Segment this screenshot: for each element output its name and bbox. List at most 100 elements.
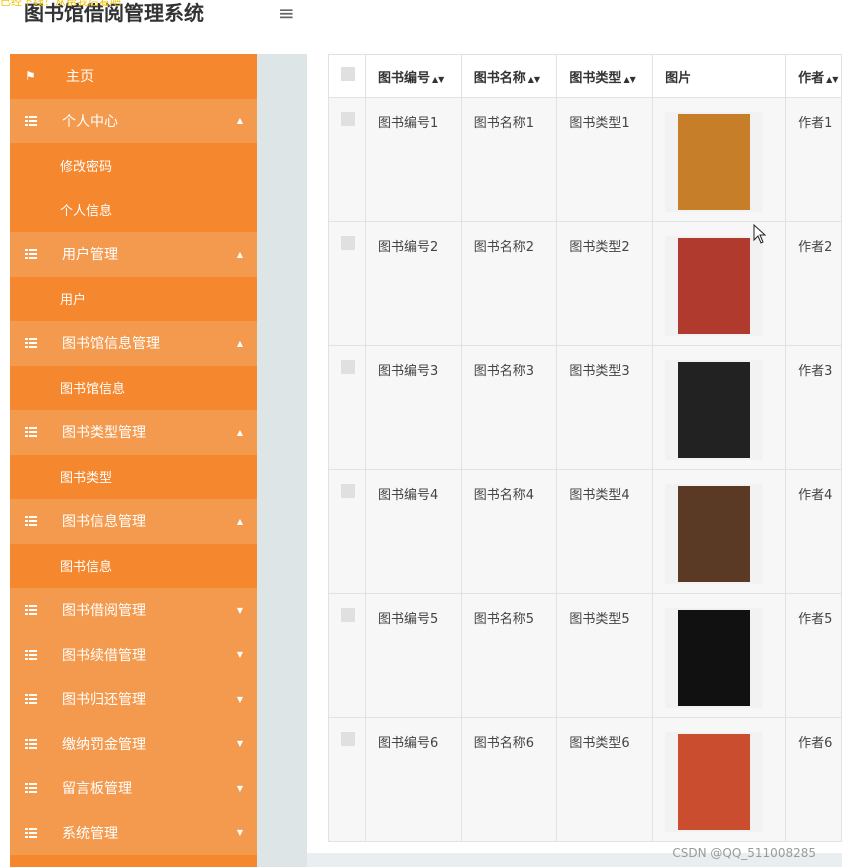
book-type-cell: 图书类型4 (556, 469, 654, 594)
book-type: 图书类型5 (569, 612, 630, 627)
header-book-code[interactable]: 图书编号 ▲▼ (364, 54, 462, 98)
column-header-label: 作者 (798, 71, 825, 86)
book-code: 图书编号3 (377, 364, 439, 379)
grid-icon (25, 738, 37, 749)
mouse-cursor-icon (753, 224, 767, 244)
header-select-all[interactable] (328, 54, 366, 98)
sidebar-item-book-type-management[interactable]: 图书类型管理 ▲ (10, 410, 257, 455)
book-type-cell: 图书类型5 (556, 593, 654, 718)
sidebar-item-label: 修改密码 (60, 159, 113, 175)
book-code: 图书编号2 (377, 240, 439, 255)
sidebar-item-system-management[interactable]: 系统管理 ▼ (10, 810, 257, 855)
column-header-label: 图书名称 (473, 71, 526, 86)
book-name-cell: 图书名称1 (460, 97, 558, 222)
book-author: 作者6 (798, 736, 833, 751)
book-name: 图书名称2 (473, 240, 534, 255)
sidebar-item-fine-management[interactable]: 缴纳罚金管理 ▼ (10, 721, 257, 766)
row-select-cell[interactable] (328, 97, 366, 222)
sidebar-item-personal-center[interactable]: 个人中心 ▲ (10, 98, 257, 143)
row-select-cell[interactable] (328, 345, 366, 470)
row-select-cell[interactable] (328, 717, 366, 842)
row-select-cell[interactable] (328, 593, 366, 718)
book-image-cell (652, 717, 787, 842)
sort-icon[interactable]: ▲▼ (432, 75, 444, 84)
book-author: 作者4 (798, 488, 833, 503)
book-type: 图书类型3 (569, 364, 630, 379)
select-all-checkbox[interactable] (341, 67, 355, 81)
book-code: 图书编号6 (377, 736, 439, 751)
sidebar-item-renewal-management[interactable]: 图书续借管理 ▼ (10, 632, 257, 677)
sidebar-item-change-password[interactable]: 修改密码 (10, 143, 257, 188)
sidebar-item-label: 用户管理 (62, 247, 118, 264)
book-name: 图书名称3 (473, 364, 534, 379)
sidebar-item-library-info-management[interactable]: 图书馆信息管理 ▲ (10, 321, 257, 366)
sidebar-item-library-info[interactable]: 图书馆信息 (10, 365, 257, 410)
sidebar-item-book-info-management[interactable]: 图书信息管理 ▲ (10, 499, 257, 544)
sidebar-item-message-board-management[interactable]: 留言板管理 ▼ (10, 766, 257, 811)
book-cover-image[interactable] (665, 608, 764, 708)
row-checkbox[interactable] (341, 484, 355, 498)
book-image-cell (652, 97, 787, 222)
book-cover (678, 114, 751, 210)
chevron-down-icon: ▼ (236, 605, 243, 615)
header-book-type[interactable]: 图书类型 ▲▼ (556, 54, 654, 98)
chevron-up-icon: ▲ (236, 338, 243, 348)
book-name-cell: 图书名称2 (460, 221, 558, 346)
book-cover-image[interactable] (665, 236, 764, 336)
sidebar-item-label: 图书馆信息 (60, 382, 126, 398)
grid-icon (25, 649, 37, 660)
chevron-up-icon: ▲ (236, 516, 243, 526)
row-checkbox[interactable] (341, 732, 355, 746)
chevron-down-icon: ▼ (236, 783, 243, 793)
sidebar-item-label: 图书续借管理 (62, 647, 146, 664)
book-cover-image[interactable] (665, 112, 764, 212)
row-select-cell[interactable] (328, 469, 366, 594)
grid-icon (25, 827, 37, 838)
menu-toggle-icon[interactable]: ≡ (278, 3, 300, 23)
column-header-label: 图书类型 (569, 71, 622, 86)
table-row[interactable]: 图书编号6 图书名称6 图书类型6 作者6 (328, 717, 842, 842)
row-checkbox[interactable] (341, 112, 355, 126)
top-bar: 图书馆借阅管理系统 ≡ (10, 0, 842, 54)
sidebar-item-book-info[interactable]: 图书信息 (10, 543, 257, 588)
book-cover-image[interactable] (665, 360, 764, 460)
table-row[interactable]: 图书编号1 图书名称1 图书类型1 作者1 (328, 97, 842, 222)
book-type-cell: 图书类型2 (556, 221, 654, 346)
sort-icon[interactable]: ▲▼ (623, 75, 635, 84)
book-code: 图书编号4 (377, 488, 439, 503)
sidebar-item-label: 图书信息管理 (62, 514, 146, 531)
table-row[interactable]: 图书编号3 图书名称3 图书类型3 作者3 (328, 345, 842, 470)
book-name: 图书名称5 (473, 612, 534, 627)
row-checkbox[interactable] (341, 608, 355, 622)
table-row[interactable]: 图书编号5 图书名称5 图书类型5 作者5 (328, 593, 842, 718)
sort-icon[interactable]: ▲▼ (528, 75, 540, 84)
sidebar-item-borrow-management[interactable]: 图书借阅管理 ▼ (10, 588, 257, 633)
sidebar-item-book-type[interactable]: 图书类型 (10, 454, 257, 499)
sidebar-item-users[interactable]: 用户 (10, 276, 257, 321)
book-code-cell: 图书编号6 (364, 717, 462, 842)
header-image: 图片 (652, 54, 787, 98)
row-checkbox[interactable] (341, 360, 355, 374)
header-author[interactable]: 作者 ▲▼ (785, 54, 842, 98)
sidebar-item-return-management[interactable]: 图书归还管理 ▼ (10, 677, 257, 722)
book-name-cell: 图书名称5 (460, 593, 558, 718)
book-author: 作者5 (798, 612, 833, 627)
book-type: 图书类型2 (569, 240, 630, 255)
grid-icon (25, 249, 37, 260)
book-cover-image[interactable] (665, 732, 764, 832)
flag-icon: ⚑ (25, 69, 36, 84)
row-checkbox[interactable] (341, 236, 355, 250)
sort-icon[interactable]: ▲▼ (826, 75, 838, 84)
book-code-cell: 图书编号2 (364, 221, 462, 346)
chevron-up-icon: ▲ (236, 427, 243, 437)
row-select-cell[interactable] (328, 221, 366, 346)
sidebar-item-home[interactable]: ⚑ 主页 (10, 54, 257, 99)
book-type-cell: 图书类型6 (556, 717, 654, 842)
book-cover-image[interactable] (665, 484, 764, 584)
sidebar-item-user-management[interactable]: 用户管理 ▲ (10, 232, 257, 277)
table-row[interactable]: 图书编号4 图书名称4 图书类型4 作者4 (328, 469, 842, 594)
header-book-name[interactable]: 图书名称 ▲▼ (460, 54, 558, 98)
sidebar-item-label: 图书馆信息管理 (62, 336, 160, 353)
sidebar-item-personal-info[interactable]: 个人信息 (10, 187, 257, 232)
book-author: 作者1 (798, 116, 833, 131)
